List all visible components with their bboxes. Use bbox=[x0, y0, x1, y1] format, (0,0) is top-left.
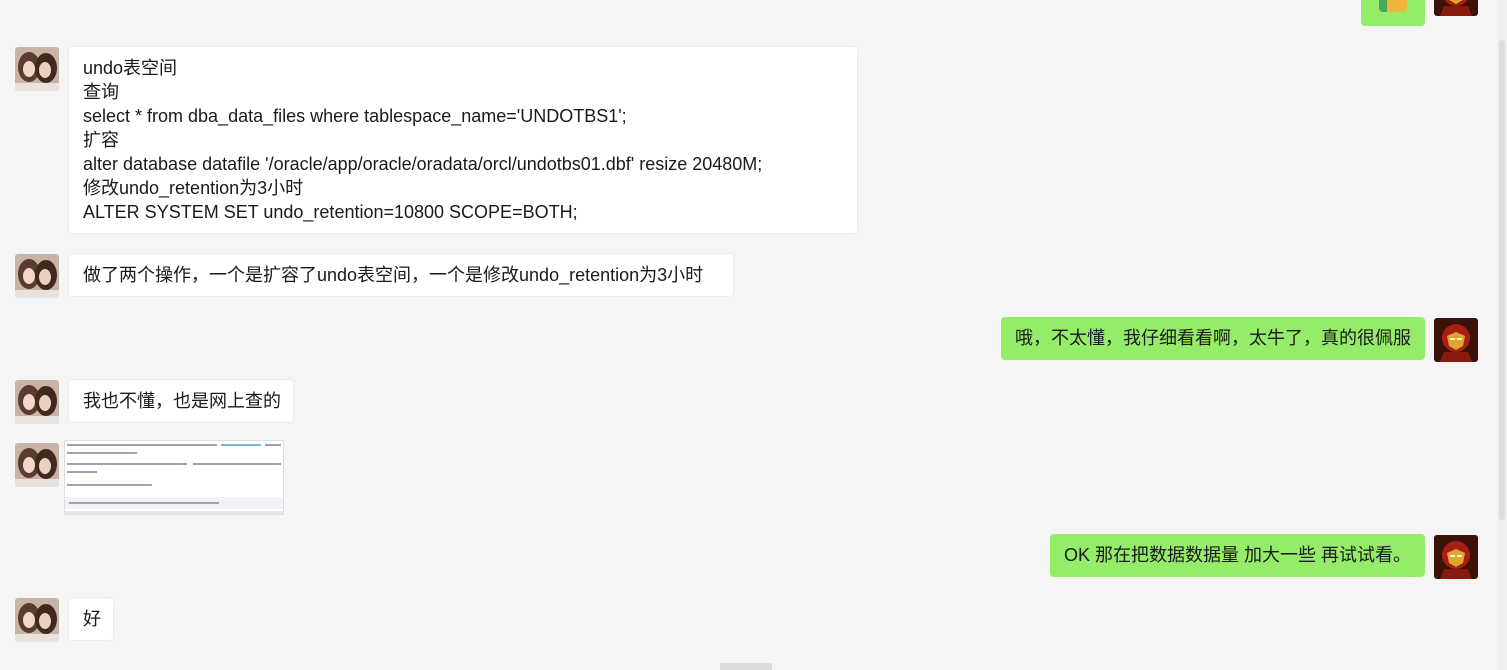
message-bubble[interactable]: 哦，不太懂，我仔细看看啊，太牛了，真的很佩服 bbox=[1001, 317, 1425, 360]
scroll-to-bottom-handle[interactable] bbox=[720, 663, 772, 670]
scrollbar-thumb[interactable] bbox=[1499, 40, 1505, 520]
message-text: ALTER SYSTEM SET undo_retention=10800 SC… bbox=[83, 202, 578, 222]
message-text: 扩容 bbox=[83, 130, 119, 150]
chat-message-list: undo表空间 查询 select * from dba_data_files … bbox=[0, 0, 1497, 670]
message-text: 查询 bbox=[83, 82, 119, 102]
message-text: 修改undo_retention为3小时 bbox=[83, 178, 304, 198]
contact-avatar[interactable] bbox=[15, 380, 59, 424]
message-text: 好 bbox=[83, 609, 101, 629]
thumbs-up-emoji-cuff bbox=[1379, 0, 1387, 12]
emoji-message-bubble[interactable] bbox=[1361, 0, 1425, 26]
contact-avatar[interactable] bbox=[15, 443, 59, 487]
my-avatar[interactable] bbox=[1434, 535, 1478, 579]
contact-avatar[interactable] bbox=[15, 47, 59, 91]
message-text: 做了两个操作，一个是扩容了undo表空间，一个是修改undo_retention… bbox=[83, 265, 704, 285]
contact-avatar[interactable] bbox=[15, 598, 59, 642]
message-text: OK 那在把数据数据量 加大一些 再试试看。 bbox=[1064, 545, 1412, 565]
chat-scrollbar[interactable] bbox=[1497, 0, 1507, 670]
message-text: select * from dba_data_files where table… bbox=[83, 106, 627, 126]
message-text: 我也不懂，也是网上查的 bbox=[83, 391, 281, 411]
message-bubble[interactable]: 做了两个操作，一个是扩容了undo表空间，一个是修改undo_retention… bbox=[68, 253, 734, 297]
image-message-thumbnail[interactable] bbox=[64, 440, 284, 515]
message-bubble[interactable]: 好 bbox=[68, 597, 114, 641]
message-text: undo表空间 bbox=[83, 58, 178, 78]
message-bubble[interactable]: OK 那在把数据数据量 加大一些 再试试看。 bbox=[1050, 534, 1425, 577]
contact-avatar[interactable] bbox=[15, 254, 59, 298]
my-avatar[interactable] bbox=[1434, 318, 1478, 362]
message-text: 哦，不太懂，我仔细看看啊，太牛了，真的很佩服 bbox=[1015, 328, 1411, 348]
my-avatar[interactable] bbox=[1434, 0, 1478, 16]
message-bubble[interactable]: 我也不懂，也是网上查的 bbox=[68, 379, 294, 423]
message-text: alter database datafile '/oracle/app/ora… bbox=[83, 154, 763, 174]
message-bubble[interactable]: undo表空间 查询 select * from dba_data_files … bbox=[68, 46, 858, 234]
